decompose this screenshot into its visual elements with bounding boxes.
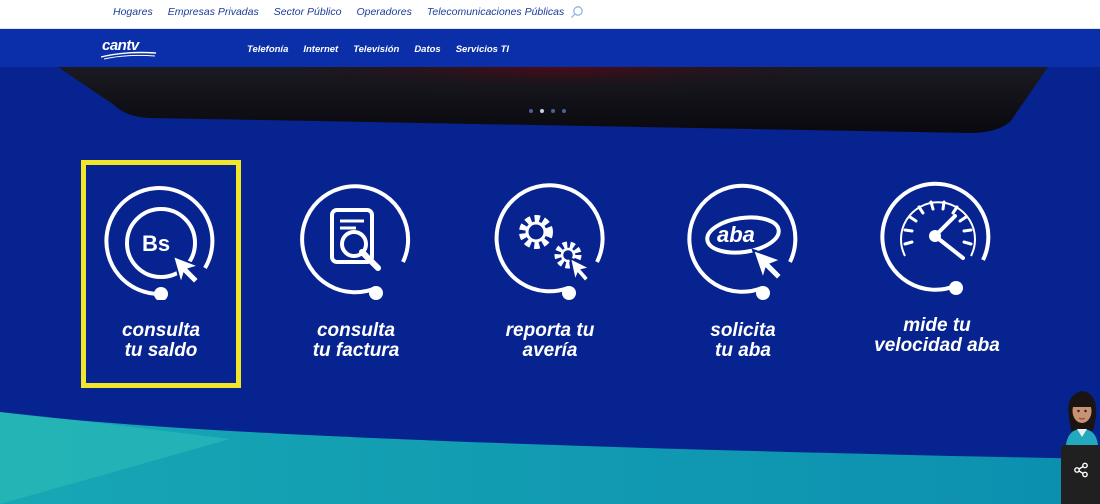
share-icon xyxy=(1074,462,1088,478)
nav-datos[interactable]: Datos xyxy=(414,44,440,55)
bs-cursor-icon: Bs xyxy=(104,186,215,300)
invoice-search-icon xyxy=(300,184,411,300)
service-label-line1: consulta xyxy=(121,320,201,341)
top-bar: Hogares Empresas Privadas Sector Público… xyxy=(0,0,1100,29)
nav-television[interactable]: Televisión xyxy=(353,44,399,55)
search-icon[interactable] xyxy=(570,5,584,19)
audience-links: Hogares Empresas Privadas Sector Público… xyxy=(113,5,584,19)
carousel-dot[interactable] xyxy=(529,109,533,113)
service-label-line1: mide tu xyxy=(903,315,971,336)
service-label-line1: consulta xyxy=(316,320,396,341)
carousel-dot[interactable] xyxy=(562,109,566,113)
share-button[interactable] xyxy=(1061,445,1100,504)
service-label-line2: velocidad aba xyxy=(874,335,1000,356)
service-label-line2: avería xyxy=(522,340,578,361)
main-nav-bar: cantv Telefonía Internet Televisión Dato… xyxy=(0,29,1100,67)
service-label-line2: tu factura xyxy=(312,340,400,361)
link-empresas-privadas[interactable]: Empresas Privadas xyxy=(168,6,259,18)
link-telecomunicaciones-publicas[interactable]: Telecomunicaciones Públicas xyxy=(427,6,564,18)
logo-swoosh-icon xyxy=(100,51,157,60)
svg-text:aba: aba xyxy=(717,222,755,247)
assistant-avatar[interactable] xyxy=(1063,387,1100,445)
aba-cursor-icon: aba xyxy=(687,183,798,300)
carousel-dot-active[interactable] xyxy=(540,109,544,113)
speedometer-icon xyxy=(880,181,991,295)
carousel-dots xyxy=(529,109,573,113)
service-consulta-factura[interactable]: consulta tu factura xyxy=(276,160,436,388)
cantv-logo[interactable]: cantv xyxy=(100,37,158,61)
service-consulta-saldo[interactable]: Bs consulta tu saldo xyxy=(81,160,241,388)
service-label-line2: tu saldo xyxy=(124,340,198,361)
svg-text:Bs: Bs xyxy=(142,231,170,256)
link-sector-publico[interactable]: Sector Público xyxy=(274,6,342,18)
link-hogares[interactable]: Hogares xyxy=(113,6,153,18)
service-mide-velocidad[interactable]: mide tu velocidad aba xyxy=(857,160,1017,388)
nav-internet[interactable]: Internet xyxy=(303,44,338,55)
service-solicita-aba[interactable]: aba solicita tu aba xyxy=(663,160,823,388)
service-reporta-averia[interactable]: reporta tu avería xyxy=(470,160,630,388)
nav-servicios-ti[interactable]: Servicios TI xyxy=(456,44,509,55)
service-label-line2: tu aba xyxy=(715,340,771,361)
nav-telefonia[interactable]: Telefonía xyxy=(247,44,288,55)
carousel-dot[interactable] xyxy=(551,109,555,113)
main-nav: Telefonía Internet Televisión Datos Serv… xyxy=(247,44,524,55)
service-label-line1: solicita xyxy=(710,320,776,341)
link-operadores[interactable]: Operadores xyxy=(356,6,411,18)
gears-cursor-icon xyxy=(494,183,605,300)
service-label-line1: reporta tu xyxy=(505,320,595,341)
